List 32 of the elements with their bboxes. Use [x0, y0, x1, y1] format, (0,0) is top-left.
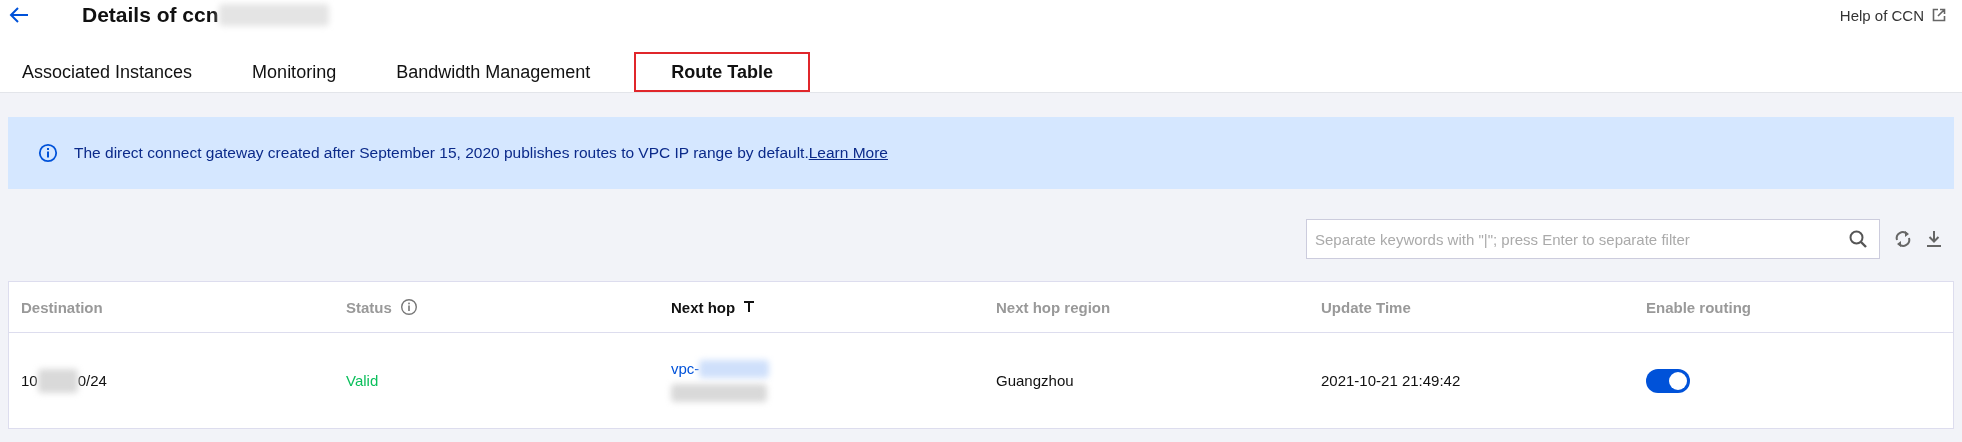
info-icon[interactable] — [399, 298, 418, 316]
column-header: Enable routing — [1646, 298, 1751, 316]
help-link[interactable]: Help of CCN — [1839, 6, 1924, 24]
table-cell: 0/24 — [77, 372, 107, 389]
tab[interactable]: Associated Instances — [6, 52, 209, 92]
redacted-blur — [37, 368, 78, 393]
column-header: Update Time — [1321, 298, 1411, 316]
column-header: Status — [346, 298, 392, 316]
table-cell: 10 — [21, 372, 38, 389]
tab[interactable]: Bandwidth Management — [380, 52, 607, 92]
table-cell: 2021-10-21 21:49:42 — [1321, 372, 1461, 389]
redacted-blur — [699, 359, 770, 378]
download-icon[interactable] — [1926, 229, 1942, 249]
search-icon[interactable] — [1848, 229, 1868, 249]
notice-text: The direct connect gateway created after September 15, 2020 publishes routes to VPC IP range by default. — [74, 144, 809, 162]
info-icon — [38, 143, 58, 163]
table-cell: Guangzhou — [996, 372, 1074, 389]
search-field[interactable]: Separate keywords with "|"; press Enter to separate filter — [1306, 219, 1880, 259]
back-arrow-icon[interactable] — [8, 6, 30, 24]
filter-icon[interactable] — [743, 301, 756, 313]
external-link-icon — [1932, 8, 1946, 22]
learn-more-link[interactable]: Learn More — [808, 144, 888, 162]
next-hop-link[interactable]: vpc- — [671, 360, 700, 377]
status-text: Valid — [346, 372, 379, 389]
column-header: Destination — [21, 298, 103, 316]
tab[interactable]: Route Table — [634, 52, 810, 92]
column-header: Next hop region — [996, 298, 1111, 316]
toggle-switch[interactable] — [1646, 368, 1690, 393]
column-header: Next hop — [671, 298, 736, 316]
tab[interactable]: Monitoring — [236, 52, 353, 92]
page-title: Details of ccn — [82, 3, 219, 27]
refresh-icon[interactable] — [1894, 229, 1912, 249]
